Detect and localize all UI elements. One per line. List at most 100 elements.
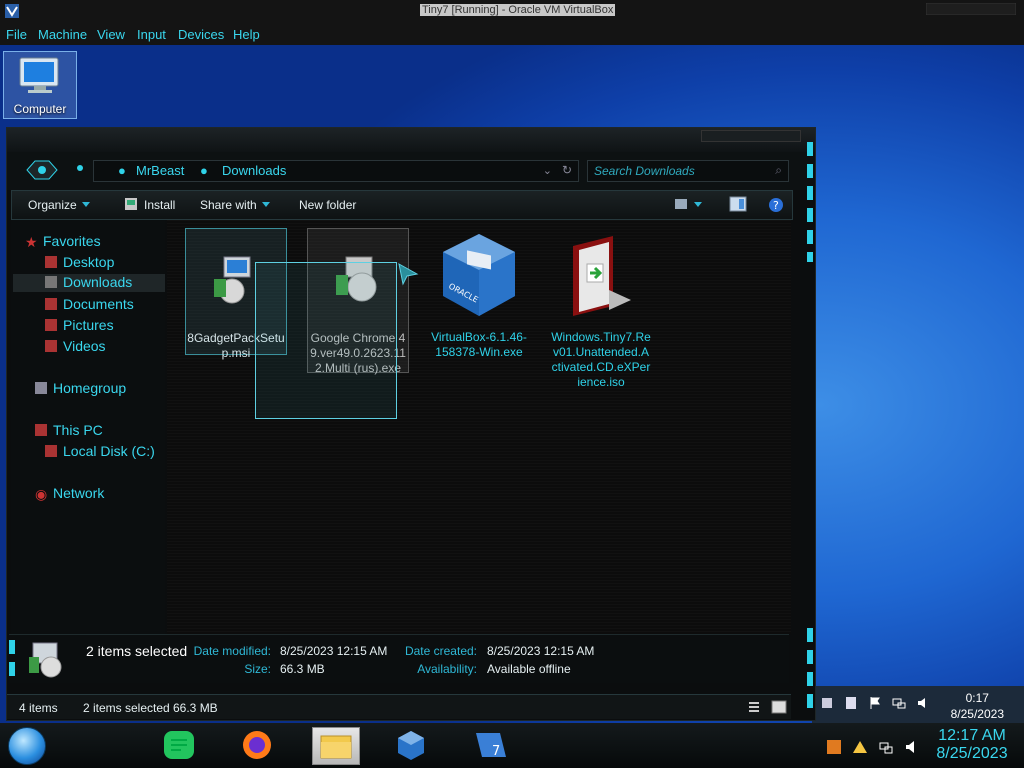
nav-this-pc[interactable]: This PC [35,422,103,440]
taskbar-clock[interactable]: 12:17 AM 8/25/2023 [932,727,1012,763]
tiny7-icon: 7 [476,733,506,759]
item-count: 4 items [19,701,58,715]
nav-videos[interactable]: Videos [45,338,106,356]
history-dot-icon[interactable] [77,165,83,171]
clock-date: 8/25/2023 [936,745,1008,762]
disc-image-icon [573,236,631,316]
network-icon: ◉ [35,486,48,502]
file-item[interactable]: Windows.Tiny7.Rev01.Unattended.Activated… [551,228,651,389]
nav-downloads[interactable]: Downloads [13,274,165,292]
breadcrumb-downloads[interactable]: Downloads [222,163,286,178]
chevron-down-icon[interactable]: ⌄ [543,164,552,177]
taskbar-app-virtualbox[interactable] [390,727,432,763]
notification-flag-icon[interactable] [826,739,842,755]
search-icon[interactable]: ⌕ [775,163,782,178]
details-pane: 2 items selected Date modified: 8/25/202… [9,634,789,683]
clipboard-icon[interactable] [844,696,858,710]
videos-folder-icon [45,340,57,352]
large-icons-view-icon[interactable] [771,700,787,714]
availability-label: Availability: [417,662,477,676]
nav-label: Pictures [63,317,114,333]
install-button[interactable]: Install [144,198,175,212]
homegroup-icon [35,382,47,394]
virtualbox-icon: ORACLE [443,234,515,316]
frame-accent [807,628,813,708]
menu-view[interactable]: View [97,27,125,42]
nav-desktop[interactable]: Desktop [45,254,114,272]
host-time: 0:17 [965,691,989,705]
view-options-icon[interactable] [674,198,704,212]
firefox-icon [243,731,271,759]
computer-icon [19,57,59,93]
menu-help[interactable]: Help [233,27,260,42]
window-controls[interactable] [926,3,1016,15]
preview-pane-icon[interactable] [729,196,747,212]
taskbar-app-firefox[interactable] [236,727,278,763]
virtualbox-icon [398,731,424,760]
warning-icon[interactable] [852,739,868,755]
taskbar-app-explorer[interactable] [312,727,360,765]
menu-machine[interactable]: Machine [38,27,87,42]
nav-label: Videos [63,338,106,354]
address-row: ● MrBeast ● Downloads ⌄ ↻ Search Downloa… [7,152,815,190]
breadcrumb-mrbeast[interactable]: MrBeast [136,163,184,178]
pictures-folder-icon [45,319,57,331]
help-icon[interactable]: ? [768,197,784,213]
host-clock[interactable]: 0:17 8/25/2023 [951,690,1004,722]
flag-icon[interactable] [868,696,882,710]
nav-label: Documents [63,296,134,312]
search-placeholder: Search Downloads [594,164,695,178]
menu-file[interactable]: File [6,27,27,42]
refresh-icon[interactable]: ↻ [562,163,572,177]
search-input[interactable]: Search Downloads ⌕ [587,160,789,182]
menu-devices[interactable]: Devices [178,27,224,42]
nav-pictures[interactable]: Pictures [45,317,114,335]
nav-label: Favorites [43,233,101,249]
vbox-window-title: Tiny7 [Running] - Oracle VM VirtualBox [420,4,616,16]
volume-icon[interactable] [916,696,930,710]
virtualbox-logo-icon [5,4,19,18]
nav-local-disk[interactable]: Local Disk (C:) [45,443,155,461]
network-tray-icon[interactable] [892,696,906,710]
size-value: 66.3 MB [280,662,325,676]
taskbar-app-notes[interactable] [158,727,200,763]
usb-icon[interactable] [820,696,834,710]
caret-down-icon [261,202,270,207]
back-forward-icon[interactable] [25,158,59,182]
selection-count: 2 items selected [86,643,188,659]
network-tray-icon[interactable] [878,739,894,755]
svg-text:?: ? [773,199,779,212]
taskbar: 7 12:17 AM 8/25/2023 [0,723,1024,768]
window-caption-buttons[interactable] [701,130,801,142]
volume-icon[interactable] [904,739,920,755]
nav-favorites[interactable]: ★ Favorites [25,233,101,251]
nav-documents[interactable]: Documents [45,296,134,314]
menu-input[interactable]: Input [137,27,166,42]
status-bar: 4 items 2 items selected 66.3 MB [7,694,791,719]
nav-homegroup[interactable]: Homegroup [35,380,126,398]
frame-accent [807,142,813,262]
file-item[interactable]: ORACLE VirtualBox-6.1.46-158378-Win.exe [429,228,529,371]
nav-label: Network [53,485,105,501]
organize-button[interactable]: Organize [28,198,90,212]
frame-accent [9,640,15,684]
desktop-icon-label: Computer [13,102,67,116]
address-bar[interactable]: ● MrBeast ● Downloads ⌄ ↻ [93,160,579,182]
drive-icon [45,445,57,457]
date-created-label: Date created: [404,644,477,658]
caret-down-icon [81,202,90,207]
nav-label: Local Disk (C:) [63,443,155,459]
file-list[interactable]: 8GadgetPackSetup.msi Google Chrome 49.ve… [167,220,791,634]
cursor-arrow-icon [398,263,419,286]
start-button[interactable] [8,727,46,765]
date-created-value: 8/25/2023 12:15 AM [487,644,595,658]
navigation-pane: ★ Favorites Desktop Downloads Documents P… [11,220,165,634]
details-view-icon[interactable] [747,700,761,714]
share-with-button[interactable]: Share with [200,198,270,212]
downloads-folder-icon [45,276,57,288]
desktop-icon-computer[interactable]: Computer [3,51,77,119]
taskbar-app-tiny7[interactable]: 7 [470,727,512,763]
new-folder-button[interactable]: New folder [299,198,356,212]
nav-network[interactable]: ◉ Network [35,485,104,503]
documents-folder-icon [45,298,57,310]
